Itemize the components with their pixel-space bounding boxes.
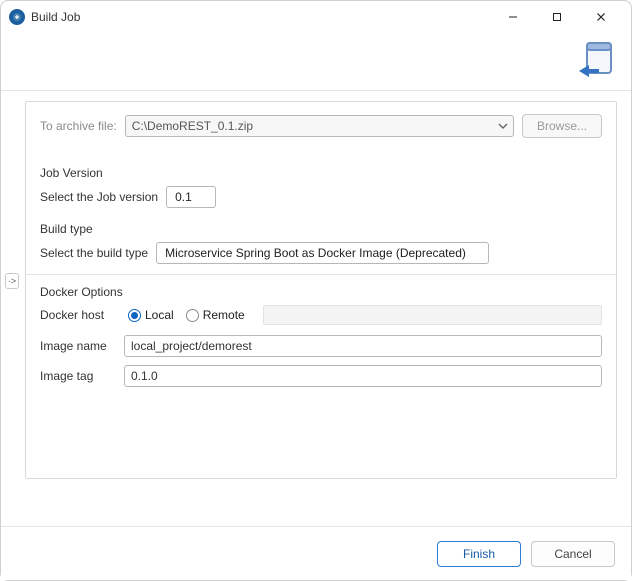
build-type-group-title: Build type	[40, 222, 602, 236]
docker-host-local-label: Local	[145, 308, 174, 322]
image-tag-label: Image tag	[40, 369, 116, 383]
radio-unchecked-icon	[186, 309, 199, 322]
docker-host-remote-label: Remote	[203, 308, 245, 322]
job-version-select[interactable]: 0.1	[166, 186, 216, 208]
app-icon	[9, 9, 25, 25]
export-archive-icon	[573, 37, 621, 85]
build-type-label: Select the build type	[40, 246, 148, 260]
image-name-label: Image name	[40, 339, 116, 353]
maximize-button[interactable]	[535, 2, 579, 32]
docker-options-group-title: Docker Options	[40, 285, 602, 299]
build-job-panel: To archive file: Browse... Job Version S…	[25, 101, 617, 479]
archive-file-input[interactable]	[125, 115, 514, 137]
build-type-select[interactable]: Microservice Spring Boot as Docker Image…	[156, 242, 489, 264]
titlebar: Build Job	[1, 1, 631, 33]
job-version-label: Select the Job version	[40, 190, 158, 204]
browse-button[interactable]: Browse...	[522, 114, 602, 138]
job-version-value: 0.1	[175, 190, 192, 204]
section-divider	[26, 274, 616, 275]
build-type-value: Microservice Spring Boot as Docker Image…	[165, 246, 466, 260]
docker-host-local-radio[interactable]: Local	[128, 308, 174, 322]
docker-host-remote-field	[263, 305, 602, 325]
cancel-button[interactable]: Cancel	[531, 541, 615, 567]
finish-button[interactable]: Finish	[437, 541, 521, 567]
side-expand-handle[interactable]: ·>	[5, 273, 19, 289]
close-button[interactable]	[579, 2, 623, 32]
job-version-group-title: Job Version	[40, 166, 602, 180]
radio-checked-icon	[128, 309, 141, 322]
window-title: Build Job	[31, 10, 80, 24]
minimize-button[interactable]	[491, 2, 535, 32]
dialog-footer: Finish Cancel	[1, 526, 631, 580]
docker-host-remote-radio[interactable]: Remote	[186, 308, 245, 322]
archive-file-label: To archive file:	[40, 119, 117, 133]
dialog-banner	[1, 33, 631, 91]
archive-file-combo[interactable]	[125, 115, 514, 137]
image-name-input[interactable]	[124, 335, 602, 357]
docker-host-label: Docker host	[40, 308, 116, 322]
image-tag-input[interactable]	[124, 365, 602, 387]
